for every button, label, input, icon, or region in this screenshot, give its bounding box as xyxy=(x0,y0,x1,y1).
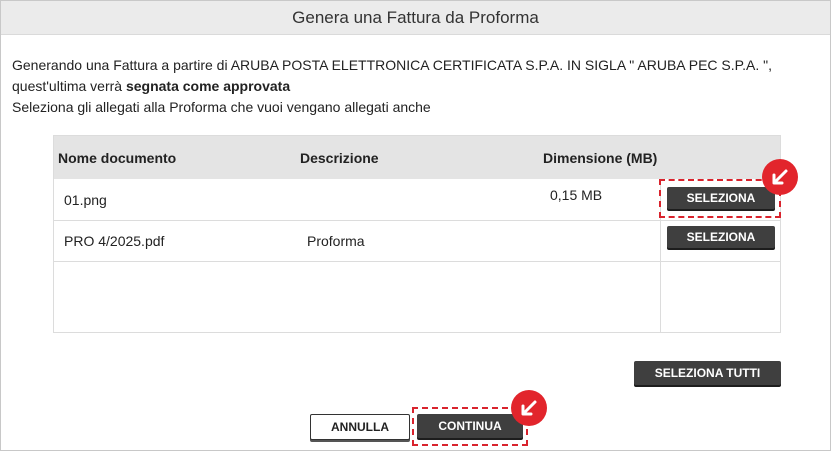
arrow-down-left-icon xyxy=(521,400,537,416)
document-description: Proforma xyxy=(307,233,365,249)
continue-button[interactable]: CONTINUA xyxy=(417,414,523,438)
header-document-name: Nome documento xyxy=(58,150,177,166)
document-name: PRO 4/2025.pdf xyxy=(64,233,165,249)
document-size: 0,15 MB xyxy=(550,187,603,203)
intro-line-2-bold: segnata come approvata xyxy=(125,78,291,94)
intro-line-2: quest'ultima verrà segnata come approvat… xyxy=(12,76,772,97)
header-size: Dimensione (MB) xyxy=(543,150,658,166)
table-row: PRO 4/2025.pdf Proforma SELEZIONA xyxy=(54,220,780,262)
arrow-down-left-icon xyxy=(772,169,788,185)
generate-invoice-dialog: Genera una Fattura da Proforma Generando… xyxy=(0,0,831,451)
select-attachment-button[interactable]: SELEZIONA xyxy=(667,226,775,248)
intro-line-1: Generando una Fattura a partire di ARUBA… xyxy=(12,57,773,73)
intro-line-3: Seleziona gli allegati alla Proforma che… xyxy=(12,99,431,115)
attachments-table: Nome documento Descrizione Dimensione (M… xyxy=(53,135,781,333)
intro-line-2-prefix: quest'ultima verrà xyxy=(12,78,126,94)
select-all-button[interactable]: SELEZIONA TUTTI xyxy=(634,361,781,385)
document-name: 01.png xyxy=(64,192,107,208)
table-header: Nome documento Descrizione Dimensione (M… xyxy=(54,136,780,179)
header-description: Descrizione xyxy=(300,150,379,166)
highlight-select-button xyxy=(659,179,781,218)
pointer-badge xyxy=(511,390,547,426)
cancel-button[interactable]: ANNULLA xyxy=(310,414,410,440)
dialog-title: Genera una Fattura da Proforma xyxy=(1,1,830,35)
pointer-badge xyxy=(762,159,798,195)
intro-text: Generando una Fattura a partire di ARUBA… xyxy=(12,55,772,118)
